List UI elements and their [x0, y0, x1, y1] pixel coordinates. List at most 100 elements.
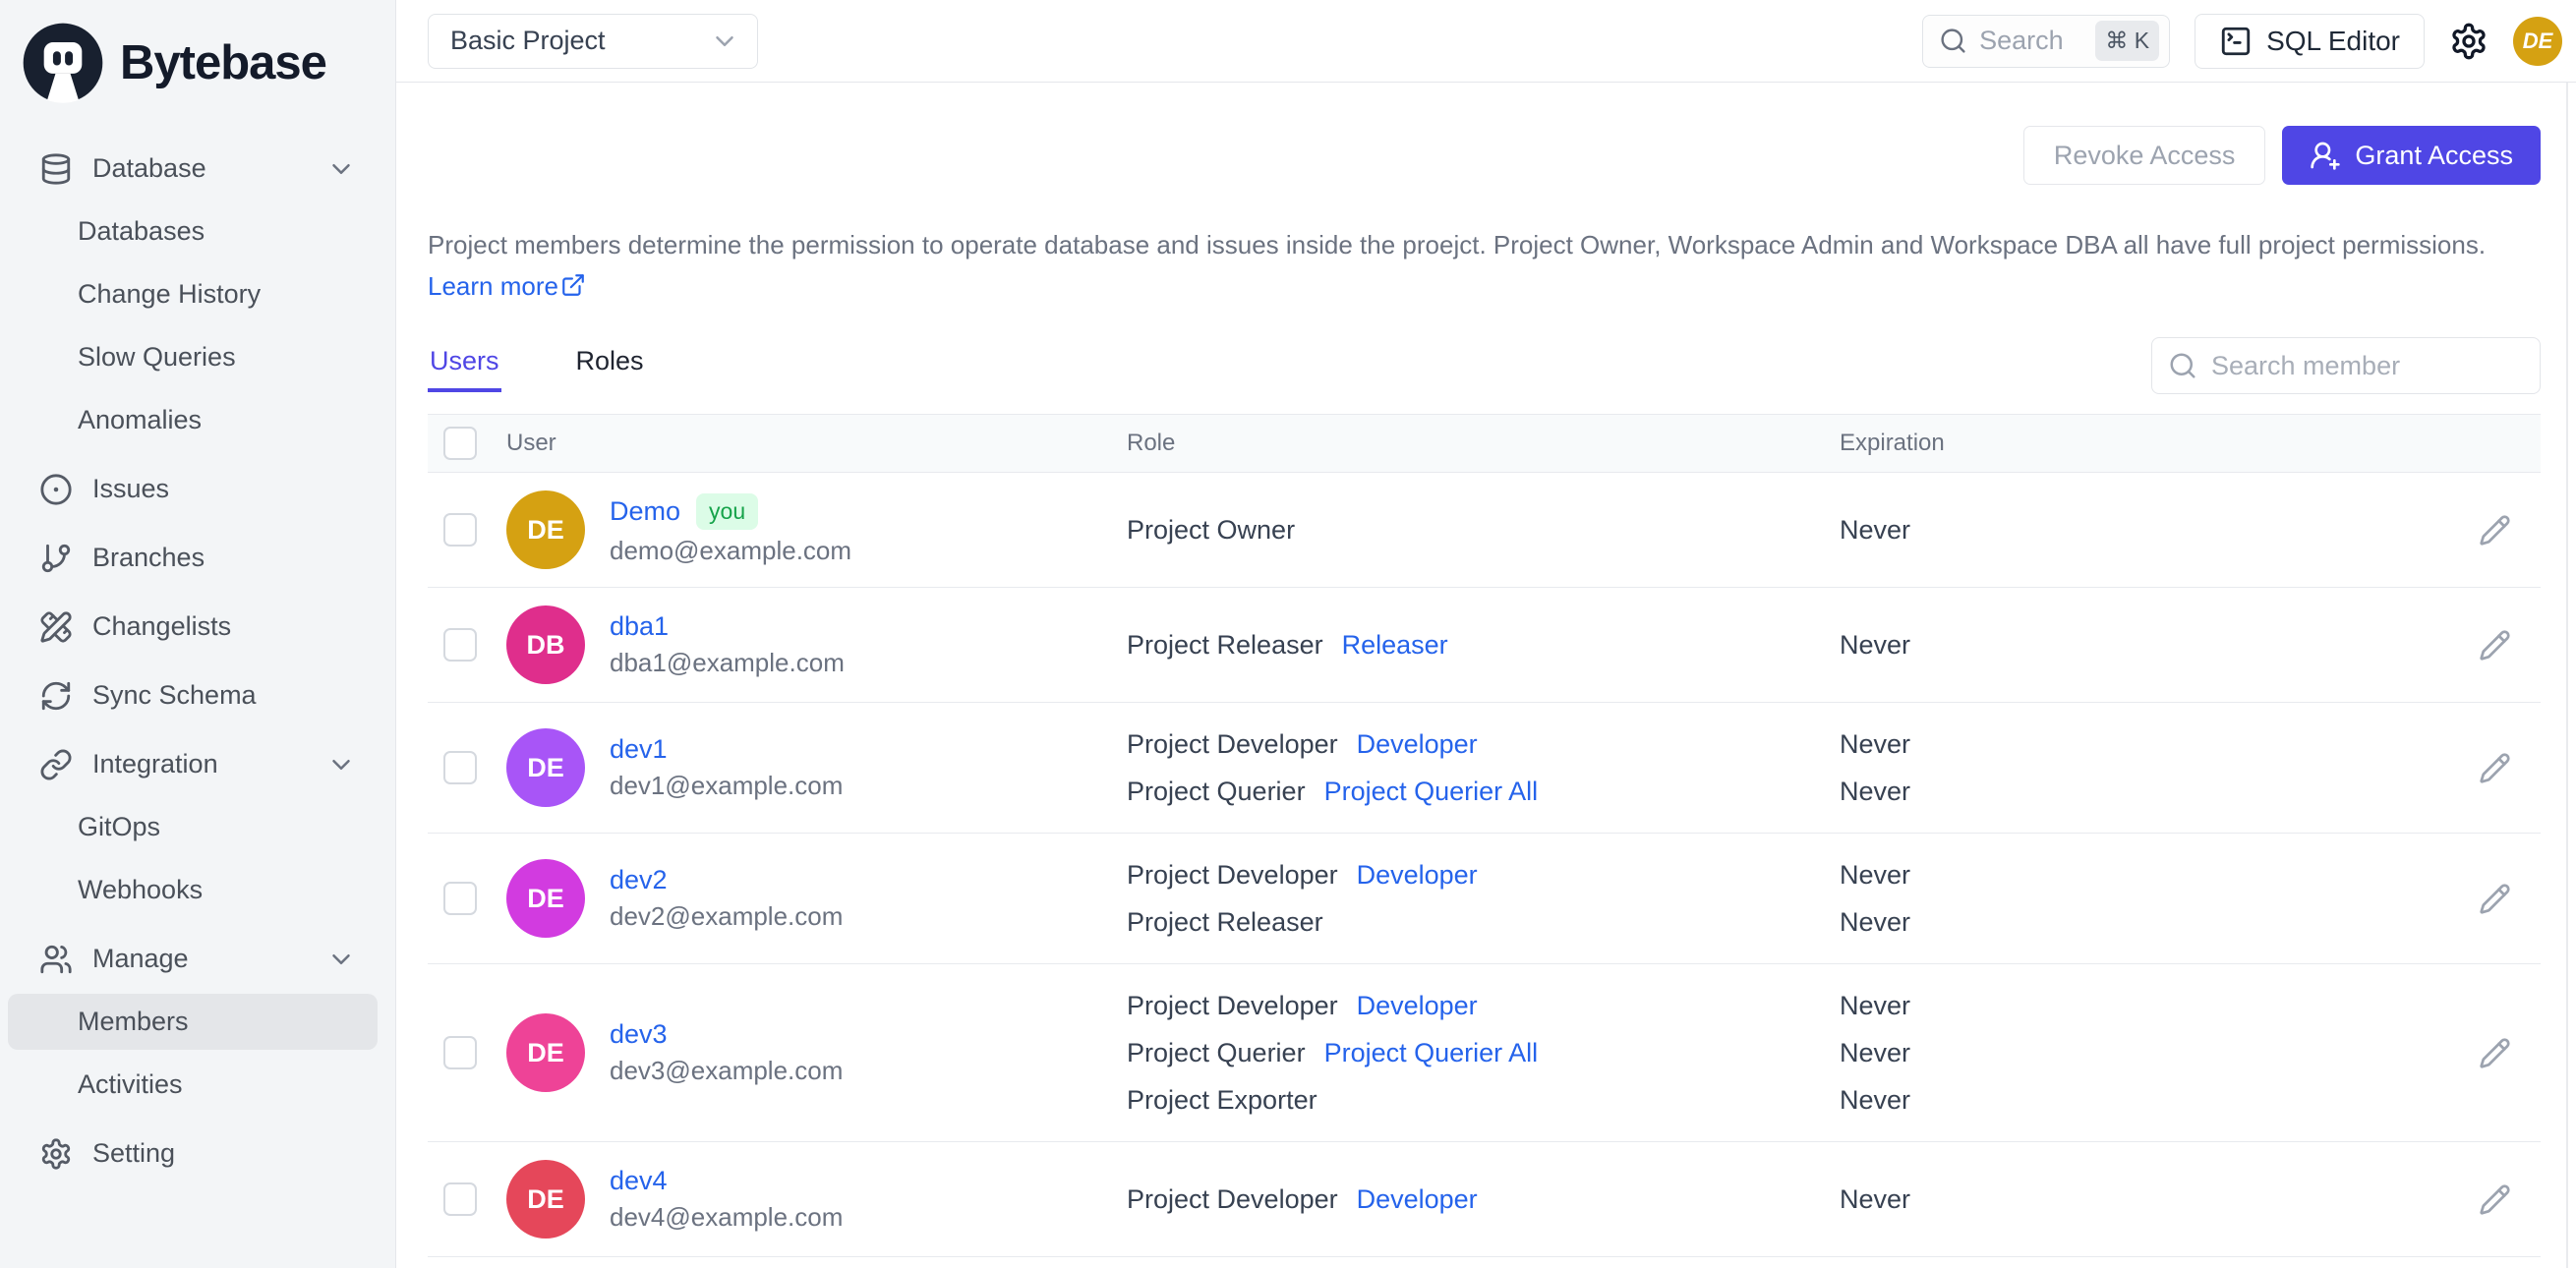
chevron-down-icon	[716, 35, 733, 46]
search-placeholder: Search	[1979, 26, 2064, 55]
sidebar-item-webhooks[interactable]: Webhooks	[8, 862, 378, 918]
scrollbar-track[interactable]	[2566, 83, 2568, 1268]
page-description: Project members determine the permission…	[428, 224, 2522, 310]
row-checkbox[interactable]	[443, 751, 477, 784]
sidebar-item-branches[interactable]: Branches	[8, 530, 378, 586]
row-checkbox[interactable]	[443, 1036, 477, 1069]
row-checkbox[interactable]	[443, 882, 477, 915]
table-row: DE dev4 dev4@example.com Project Develop…	[428, 1142, 2541, 1257]
role-link[interactable]: Developer	[1357, 729, 1478, 760]
sidebar-item-label: Changelists	[92, 611, 232, 641]
role-link[interactable]: Developer	[1357, 860, 1478, 891]
expiration-value: Never	[1840, 514, 1911, 545]
edit-member-button[interactable]	[2479, 752, 2511, 784]
user-link[interactable]: dba1	[610, 611, 669, 642]
role-link[interactable]: Developer	[1357, 991, 1478, 1021]
table-row: DE dev3 dev3@example.com Project Develop…	[428, 964, 2541, 1142]
row-checkbox[interactable]	[443, 513, 477, 547]
sidebar-item-label: Anomalies	[78, 405, 203, 434]
bytebase-logo-icon	[22, 22, 104, 104]
edit-member-button[interactable]	[2479, 1183, 2511, 1216]
row-checkbox[interactable]	[443, 628, 477, 662]
user-link[interactable]: dev4	[610, 1166, 668, 1196]
user-link[interactable]: dev1	[610, 734, 668, 765]
expiration-value: Never	[1840, 906, 1911, 937]
sidebar-item-label: Branches	[92, 543, 205, 572]
row-checkbox[interactable]	[443, 1182, 477, 1216]
issues-icon	[39, 473, 73, 506]
revoke-access-button[interactable]: Revoke Access	[2022, 126, 2266, 185]
role-link[interactable]: Project Querier All	[1324, 777, 1539, 807]
search-icon	[1941, 29, 1965, 53]
gear-icon	[39, 1137, 73, 1171]
terminal-icon	[2221, 27, 2251, 55]
table-row: DE dev1 dev1@example.com Project Develop…	[428, 703, 2541, 834]
user-link[interactable]: dev3	[610, 1019, 668, 1050]
edit-member-button[interactable]	[2479, 629, 2511, 662]
avatar: DE	[506, 859, 585, 938]
sidebar-item-databases[interactable]: Databases	[8, 203, 378, 259]
edit-member-button[interactable]	[2479, 1037, 2511, 1069]
sidebar-item-label: Activities	[78, 1069, 183, 1099]
chevron-down-icon	[326, 154, 356, 184]
sidebar-item-label: Database	[92, 153, 206, 183]
user-link[interactable]: dev2	[610, 865, 668, 895]
project-selector-value: Basic Project	[450, 26, 606, 55]
topbar: Basic Project Search ⌘ K SQL Editor DE	[396, 0, 2576, 83]
settings-gear-button[interactable]	[2449, 22, 2488, 61]
avatar: DE	[506, 490, 585, 569]
sidebar-item-activities[interactable]: Activities	[8, 1057, 378, 1113]
sidebar-item-label: Slow Queries	[78, 342, 236, 372]
select-all-checkbox[interactable]	[443, 427, 477, 460]
user-email: dev2@example.com	[610, 901, 844, 931]
sidebar-item-gitops[interactable]: GitOps	[8, 799, 378, 855]
sidebar-item-issues[interactable]: Issues	[8, 461, 378, 517]
global-search-input[interactable]: Search ⌘ K	[1922, 14, 2171, 68]
tab-roles[interactable]: Roles	[574, 340, 646, 392]
brand[interactable]: Bytebase	[0, 22, 395, 130]
user-email: demo@example.com	[610, 536, 852, 565]
table-header: User Role Expiration	[428, 414, 2541, 473]
role-link[interactable]: Releaser	[1342, 630, 1448, 661]
pencil-icon	[2480, 883, 2510, 914]
role-link[interactable]: Developer	[1357, 1184, 1478, 1215]
role-link[interactable]: Project Querier All	[1324, 1038, 1539, 1068]
sidebar-item-setting[interactable]: Setting	[8, 1125, 378, 1182]
chevron-down-icon	[326, 945, 356, 974]
expiration-value: Never	[1840, 629, 1911, 660]
avatar: DB	[506, 605, 585, 684]
you-badge: you	[696, 493, 759, 530]
member-search-placeholder: Search member	[2211, 350, 2401, 380]
avatar: DE	[506, 1013, 585, 1092]
tab-bar: Users Roles	[428, 340, 646, 392]
sidebar-item-anomalies[interactable]: Anomalies	[8, 392, 378, 448]
sidebar-item-integration[interactable]: Integration	[8, 736, 378, 792]
members-table: User Role Expiration DE Demo you demo@exa…	[428, 414, 2541, 1257]
table-row: DB dba1 dba1@example.com Project Release…	[428, 588, 2541, 703]
member-search-input[interactable]: Search member	[2151, 337, 2541, 394]
edit-member-button[interactable]	[2479, 883, 2511, 915]
edit-member-button[interactable]	[2479, 514, 2511, 547]
pencil-ruler-icon	[39, 610, 73, 644]
sidebar-item-changelists[interactable]: Changelists	[8, 599, 378, 655]
link-icon	[39, 748, 73, 781]
sidebar-item-label: Sync Schema	[92, 680, 257, 710]
pencil-icon	[2480, 752, 2510, 783]
project-selector[interactable]: Basic Project	[428, 13, 758, 69]
sidebar-item-database[interactable]: Database	[8, 141, 378, 197]
sidebar-item-sync-schema[interactable]: Sync Schema	[8, 667, 378, 723]
tab-users[interactable]: Users	[428, 340, 501, 392]
column-header-role: Role	[1127, 430, 1176, 456]
user-avatar[interactable]: DE	[2513, 16, 2562, 66]
grant-access-button[interactable]: Grant Access	[2282, 126, 2541, 185]
expiration-value: Never	[1840, 1183, 1911, 1214]
learn-more-link[interactable]: Learn more	[428, 271, 586, 301]
sidebar-item-label: Change History	[78, 279, 262, 309]
avatar: DE	[506, 1160, 585, 1239]
user-link[interactable]: Demo	[610, 496, 680, 527]
sidebar-item-change-history[interactable]: Change History	[8, 266, 378, 322]
sidebar-item-manage[interactable]: Manage	[8, 931, 378, 987]
sql-editor-button[interactable]: SQL Editor	[2195, 13, 2425, 69]
sidebar-item-members[interactable]: Members	[8, 994, 378, 1050]
sidebar-item-slow-queries[interactable]: Slow Queries	[8, 329, 378, 385]
